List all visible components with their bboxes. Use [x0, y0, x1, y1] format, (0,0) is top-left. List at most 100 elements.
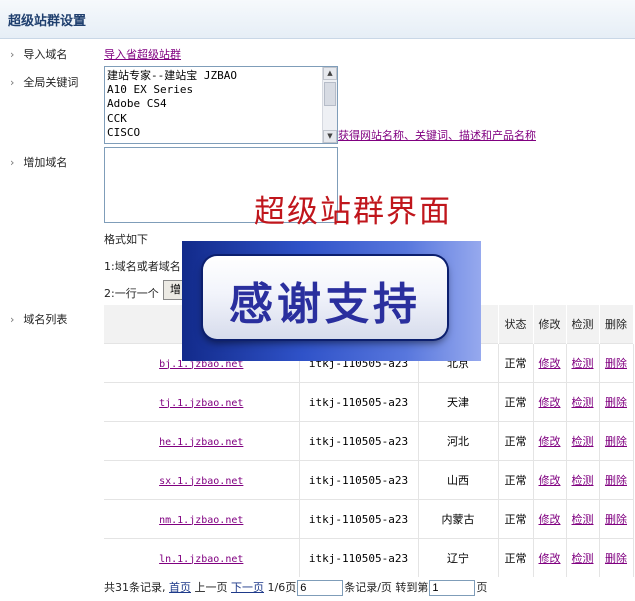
- delete-cell: 删除: [599, 499, 634, 539]
- edit-cell: 修改: [533, 382, 567, 422]
- delete-link[interactable]: 删除: [605, 435, 627, 448]
- keyword-line: 建站专家--建站宝 JZBAO: [107, 69, 237, 82]
- domain-link[interactable]: sx.1.jzbao.net: [159, 476, 243, 487]
- keywords-label: › 全局关键词: [10, 76, 79, 89]
- scroll-down-icon[interactable]: ▼: [323, 130, 337, 143]
- check-cell: 检测: [566, 460, 600, 500]
- keywords-text: 建站专家--建站宝 JZBAO A10 EX Series Adobe CS4 CCK…: [107, 69, 321, 140]
- prev-page-text: 上一页: [194, 581, 228, 594]
- status-cell: 正常: [498, 421, 534, 461]
- domain-cell: tj.1.jzbao.net: [104, 382, 300, 422]
- domain-table-body: bj.1.jzbao.net itkj-110505-a23 北京 正常 修改 检测 删除 t…: [104, 343, 634, 577]
- format-line-2: 2:一行一个: [104, 287, 159, 300]
- check-link[interactable]: 检测: [572, 513, 594, 526]
- goto-suffix: 页: [476, 581, 488, 594]
- delete-link[interactable]: 删除: [605, 474, 627, 487]
- chevron-right-icon: ›: [10, 156, 15, 169]
- chevron-right-icon: ›: [10, 48, 15, 61]
- region-cell: 天津: [418, 382, 499, 422]
- fetch-site-info-link[interactable]: 获得网站名称、关键词、描述和产品名称: [338, 127, 536, 143]
- table-row: he.1.jzbao.net itkj-110505-a23 河北 正常 修改 检测 删除: [104, 421, 634, 461]
- server-cell: itkj-110505-a23: [299, 538, 419, 577]
- check-cell: 检测: [566, 421, 600, 461]
- delete-cell: 删除: [599, 538, 634, 577]
- delete-link[interactable]: 删除: [605, 357, 627, 370]
- first-page-link[interactable]: 首页: [169, 581, 191, 594]
- server-cell: itkj-110505-a23: [299, 499, 419, 539]
- delete-cell: 删除: [599, 382, 634, 422]
- server-cell: itkj-110505-a23: [299, 421, 419, 461]
- keyword-line: CCK: [107, 111, 127, 125]
- format-title: 格式如下: [104, 233, 148, 246]
- page-header: 超级站群设置: [0, 0, 635, 39]
- edit-link[interactable]: 修改: [539, 513, 561, 526]
- check-link[interactable]: 检测: [572, 552, 594, 565]
- domain-link[interactable]: nm.1.jzbao.net: [159, 515, 243, 526]
- check-cell: 检测: [566, 499, 600, 539]
- scroll-up-icon[interactable]: ▲: [323, 67, 337, 80]
- status-cell: 正常: [498, 382, 534, 422]
- thanks-banner: 感谢支持: [182, 241, 481, 361]
- check-link[interactable]: 检测: [572, 474, 594, 487]
- region-cell: 河北: [418, 421, 499, 461]
- total-count: 共31条记录,: [104, 581, 166, 594]
- chevron-right-icon: ›: [10, 76, 15, 89]
- table-row: tj.1.jzbao.net itkj-110505-a23 天津 正常 修改 检测 删除: [104, 382, 634, 422]
- thanks-plate: 感谢支持: [203, 256, 447, 339]
- table-row: ln.1.jzbao.net itkj-110505-a23 辽宁 正常 修改 检测 删除: [104, 538, 634, 577]
- domain-cell: sx.1.jzbao.net: [104, 460, 300, 500]
- format-line-1: 1:域名或者域名: [104, 260, 181, 273]
- import-link[interactable]: 导入省超级站群: [104, 46, 181, 62]
- delete-cell: 删除: [599, 343, 634, 383]
- edit-link[interactable]: 修改: [539, 552, 561, 565]
- domain-link[interactable]: tj.1.jzbao.net: [159, 398, 243, 409]
- edit-link[interactable]: 修改: [539, 435, 561, 448]
- domain-cell: nm.1.jzbao.net: [104, 499, 300, 539]
- status-cell: 正常: [498, 460, 534, 500]
- check-cell: 检测: [566, 538, 600, 577]
- domain-link[interactable]: ln.1.jzbao.net: [159, 554, 243, 565]
- status-cell: 正常: [498, 538, 534, 577]
- delete-link[interactable]: 删除: [605, 552, 627, 565]
- thanks-text: 感谢支持: [229, 279, 421, 330]
- domain-link[interactable]: he.1.jzbao.net: [159, 437, 243, 448]
- domain-list-label: › 域名列表: [10, 313, 68, 326]
- check-link[interactable]: 检测: [572, 396, 594, 409]
- page-indicator: 1/6页: [267, 581, 297, 594]
- edit-cell: 修改: [533, 499, 567, 539]
- edit-cell: 修改: [533, 421, 567, 461]
- keywords-scrollbar[interactable]: ▲ ▼: [322, 67, 337, 143]
- status-cell: 正常: [498, 343, 534, 383]
- goto-prefix: 转到第: [395, 581, 429, 594]
- status-cell: 正常: [498, 499, 534, 539]
- header-status: 状态: [498, 305, 534, 344]
- scroll-thumb[interactable]: [324, 82, 336, 106]
- edit-cell: 修改: [533, 538, 567, 577]
- table-row: nm.1.jzbao.net itkj-110505-a23 内蒙古 正常 修改 检测 删除: [104, 499, 634, 539]
- region-cell: 辽宁: [418, 538, 499, 577]
- check-link[interactable]: 检测: [572, 435, 594, 448]
- header-edit: 修改: [533, 305, 567, 344]
- overlay-caption: 超级站群界面: [254, 194, 452, 230]
- goto-page-input[interactable]: [429, 580, 476, 596]
- table-row: sx.1.jzbao.net itkj-110505-a23 山西 正常 修改 检测 删除: [104, 460, 634, 500]
- delete-link[interactable]: 删除: [605, 513, 627, 526]
- check-cell: 检测: [566, 382, 600, 422]
- region-cell: 山西: [418, 460, 499, 500]
- edit-link[interactable]: 修改: [539, 396, 561, 409]
- check-link[interactable]: 检测: [572, 357, 594, 370]
- edit-link[interactable]: 修改: [539, 357, 561, 370]
- chevron-right-icon: ›: [10, 313, 15, 326]
- import-label: › 导入域名: [10, 48, 68, 61]
- edit-cell: 修改: [533, 460, 567, 500]
- delete-cell: 删除: [599, 460, 634, 500]
- keywords-textarea[interactable]: 建站专家--建站宝 JZBAO A10 EX Series Adobe CS4 CCK…: [104, 66, 338, 144]
- header-check: 检测: [566, 305, 600, 344]
- per-page-input[interactable]: [297, 580, 344, 596]
- keyword-line: CISCO: [107, 125, 141, 139]
- next-page-link[interactable]: 下一页: [231, 581, 264, 594]
- edit-link[interactable]: 修改: [539, 474, 561, 487]
- server-cell: itkj-110505-a23: [299, 460, 419, 500]
- delete-link[interactable]: 删除: [605, 396, 627, 409]
- page-title: 超级站群设置: [8, 14, 87, 29]
